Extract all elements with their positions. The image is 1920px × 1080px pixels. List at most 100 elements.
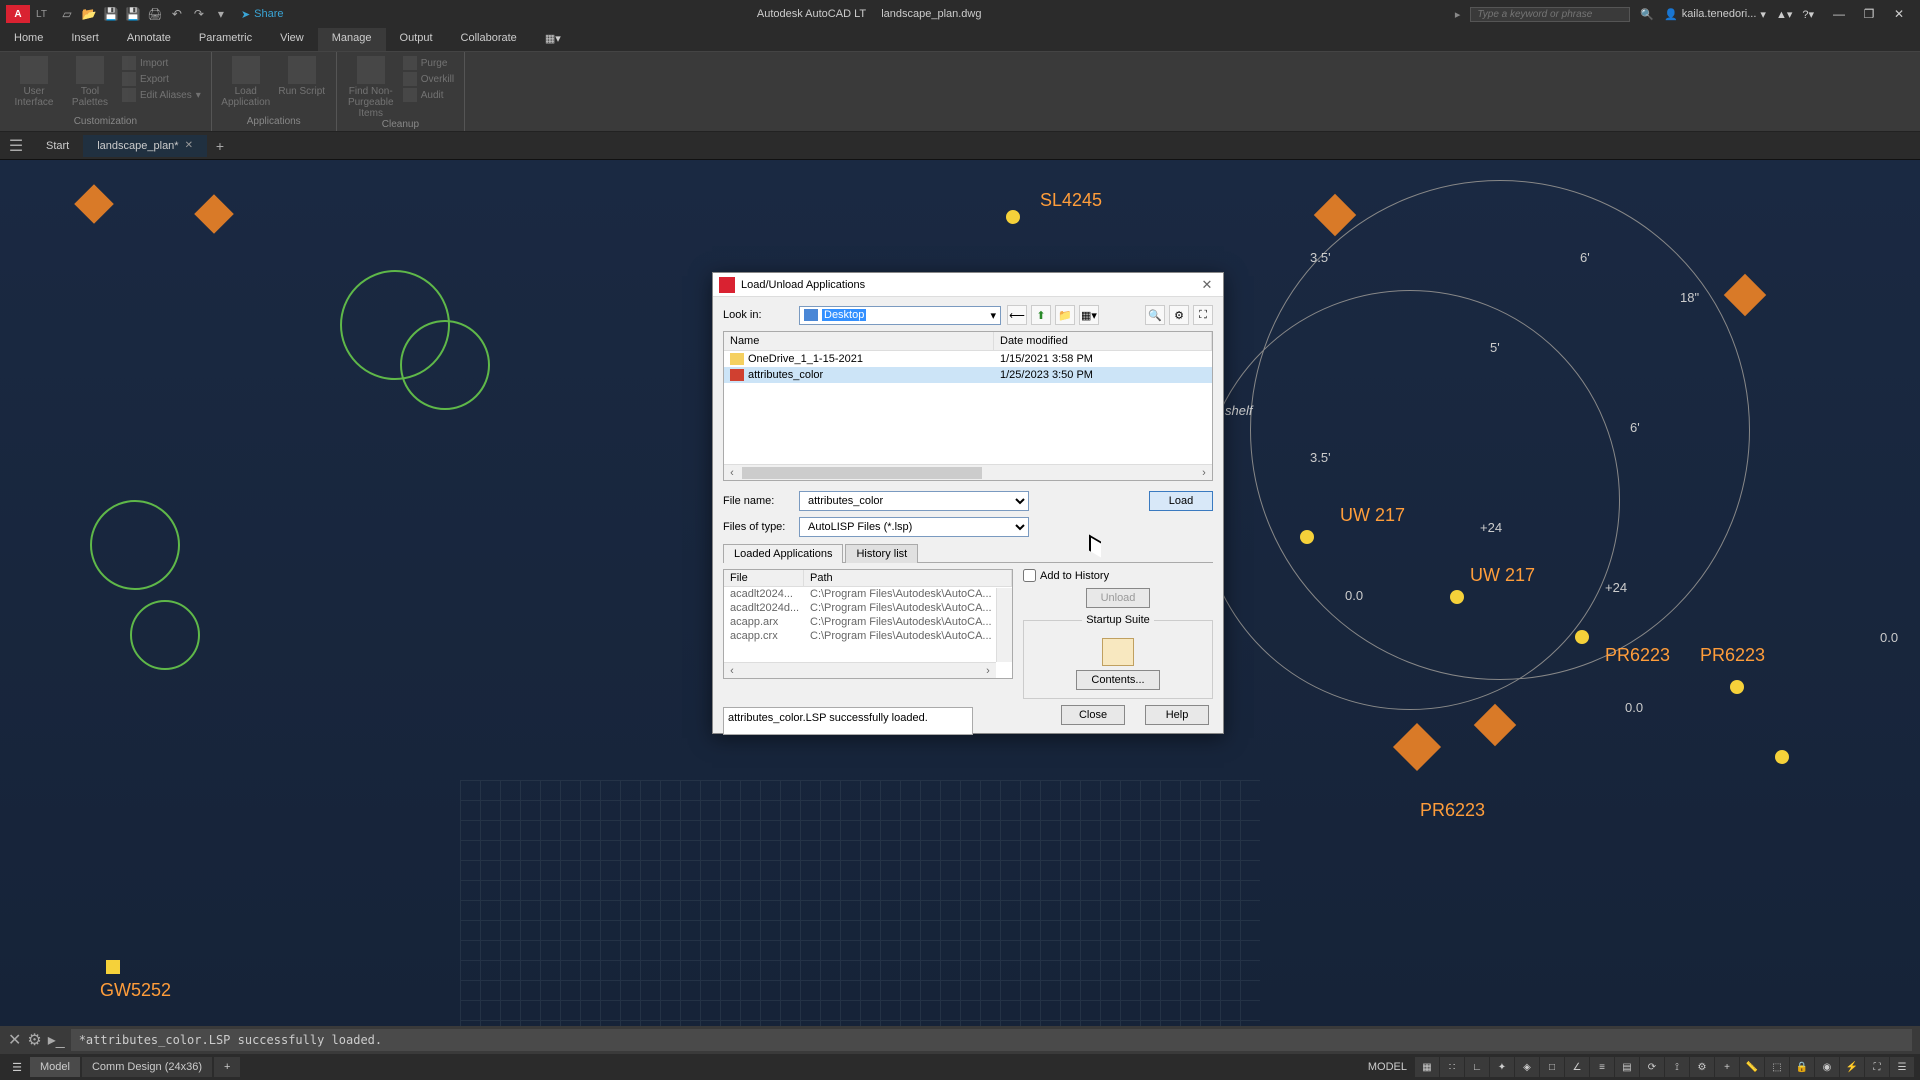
scroll-right-icon[interactable]: › <box>1196 467 1212 479</box>
qat-dropdown-icon[interactable]: ▾ <box>211 5 231 23</box>
selection-cycling-icon[interactable]: ⟳ <box>1640 1057 1664 1077</box>
otrack-icon[interactable]: ∠ <box>1565 1057 1589 1077</box>
tab-home[interactable]: Home <box>0 28 57 51</box>
tab-start[interactable]: Start <box>32 135 83 157</box>
col-date[interactable]: Date modified <box>994 332 1212 350</box>
close-button[interactable]: Close <box>1061 705 1125 725</box>
layout-tab-comm-design[interactable]: Comm Design (24x36) <box>82 1057 212 1077</box>
col-file[interactable]: File <box>724 570 804 586</box>
app-logo[interactable]: A <box>6 5 30 23</box>
snap-icon[interactable]: ∷ <box>1440 1057 1464 1077</box>
tab-manage[interactable]: Manage <box>318 28 386 51</box>
filename-input[interactable]: attributes_color <box>799 491 1029 511</box>
find-nonpurgeable-button[interactable]: Find Non-Purgeable Items <box>347 56 395 119</box>
user-interface-button[interactable]: User Interface <box>10 56 58 108</box>
redo-icon[interactable]: ↷ <box>189 5 209 23</box>
help-search-input[interactable] <box>1470 7 1630 22</box>
plot-icon[interactable]: 🖨 <box>145 5 165 23</box>
import-button[interactable]: Import <box>122 56 201 70</box>
loaded-row[interactable]: acadlt2024d...C:\Program Files\Autodesk\… <box>724 601 1012 615</box>
run-script-button[interactable]: Run Script <box>278 56 326 97</box>
file-row[interactable]: attributes_color 1/25/2023 3:50 PM <box>724 367 1212 383</box>
save-icon[interactable]: 💾 <box>101 5 121 23</box>
close-button[interactable]: ✕ <box>1884 0 1914 28</box>
layout-tab-model[interactable]: Model <box>30 1057 80 1077</box>
unload-button[interactable]: Unload <box>1086 588 1151 608</box>
units-icon[interactable]: 📏 <box>1740 1057 1764 1077</box>
loaded-row[interactable]: acadlt2024...C:\Program Files\Autodesk\A… <box>724 587 1012 601</box>
views-button[interactable]: ▦▾ <box>1079 305 1099 325</box>
signin-caret-icon[interactable]: ▸ <box>1455 8 1461 21</box>
tool-palettes-button[interactable]: Tool Palettes <box>66 56 114 108</box>
tab-loaded-applications[interactable]: Loaded Applications <box>723 544 843 563</box>
tab-landscape-plan[interactable]: landscape_plan* ✕ <box>83 135 207 157</box>
open-icon[interactable]: 📂 <box>79 5 99 23</box>
quick-properties-icon[interactable]: ⬚ <box>1765 1057 1789 1077</box>
export-button[interactable]: Export <box>122 72 201 86</box>
polar-icon[interactable]: ✦ <box>1490 1057 1514 1077</box>
tab-collaborate[interactable]: Collaborate <box>447 28 531 51</box>
tab-parametric[interactable]: Parametric <box>185 28 266 51</box>
col-path[interactable]: Path <box>804 570 1012 586</box>
filetype-dropdown[interactable]: AutoLISP Files (*.lsp) <box>799 517 1029 537</box>
loaded-row[interactable]: acapp.arxC:\Program Files\Autodesk\AutoC… <box>724 615 1012 629</box>
new-folder-button[interactable]: 📁 <box>1055 305 1075 325</box>
user-menu[interactable]: 👤 kaila.tenedori... ▾ <box>1664 8 1766 21</box>
clean-screen-icon[interactable]: ⛶ <box>1865 1057 1889 1077</box>
tools-button[interactable]: ⚙ <box>1169 305 1189 325</box>
file-browser[interactable]: Name Date modified OneDrive_1_1-15-2021 … <box>723 331 1213 481</box>
back-button[interactable]: ⟵ <box>1007 305 1027 325</box>
scroll-left-icon[interactable]: ‹ <box>724 467 740 479</box>
checkbox-input[interactable] <box>1023 569 1036 582</box>
horizontal-scrollbar[interactable]: ‹ › <box>724 464 1212 480</box>
ortho-icon[interactable]: ∟ <box>1465 1057 1489 1077</box>
up-button[interactable]: ⬆ <box>1031 305 1051 325</box>
expand-button[interactable]: ⛶ <box>1193 305 1213 325</box>
load-button[interactable]: Load <box>1149 491 1213 511</box>
file-row[interactable]: OneDrive_1_1-15-2021 1/15/2021 3:58 PM <box>724 351 1212 367</box>
dialog-close-button[interactable]: ✕ <box>1197 277 1217 293</box>
new-icon[interactable]: ▱ <box>57 5 77 23</box>
search-icon[interactable]: 🔍 <box>1640 8 1654 21</box>
lineweight-icon[interactable]: ≡ <box>1590 1057 1614 1077</box>
saveas-icon[interactable]: 💾 <box>123 5 143 23</box>
add-tab-button[interactable]: + <box>207 138 233 154</box>
share-button[interactable]: ➤ Share <box>241 8 284 21</box>
horizontal-scrollbar[interactable]: ‹ › <box>724 662 996 678</box>
isodraft-icon[interactable]: ◈ <box>1515 1057 1539 1077</box>
loaded-applications-list[interactable]: File Path acadlt2024...C:\Program Files\… <box>723 569 1013 679</box>
tab-featured-apps[interactable]: ▦▾ <box>531 28 575 51</box>
tab-output[interactable]: Output <box>386 28 447 51</box>
annotation-monitor-icon[interactable]: + <box>1715 1057 1739 1077</box>
tab-history-list[interactable]: History list <box>845 544 918 563</box>
lock-ui-icon[interactable]: 🔒 <box>1790 1057 1814 1077</box>
layout-add-button[interactable]: + <box>214 1057 240 1077</box>
grid-icon[interactable]: ▦ <box>1415 1057 1439 1077</box>
cmdline-close-icon[interactable]: ✕ <box>8 1030 21 1050</box>
layout-menu-icon[interactable]: ☰ <box>6 1061 28 1074</box>
restore-button[interactable]: ❐ <box>1854 0 1884 28</box>
minimize-button[interactable]: — <box>1824 0 1854 28</box>
vertical-scrollbar[interactable] <box>996 588 1012 662</box>
model-space-label[interactable]: MODEL <box>1368 1061 1407 1073</box>
hardware-accel-icon[interactable]: ⚡ <box>1840 1057 1864 1077</box>
briefcase-icon[interactable] <box>1102 638 1134 666</box>
customize-icon[interactable]: ☰ <box>1890 1057 1914 1077</box>
tab-view[interactable]: View <box>266 28 318 51</box>
cmdline-customize-icon[interactable]: ⚙ <box>27 1030 41 1050</box>
loaded-row[interactable]: acapp.crxC:\Program Files\Autodesk\AutoC… <box>724 629 1012 643</box>
scroll-right-icon[interactable]: › <box>980 665 996 677</box>
audit-button[interactable]: Audit <box>403 88 454 102</box>
autodesk-app-icon[interactable]: ▲▾ <box>1776 8 1792 21</box>
annotation-scale-icon[interactable]: ⟟ <box>1665 1057 1689 1077</box>
help-button[interactable]: Help <box>1145 705 1209 725</box>
col-name[interactable]: Name <box>724 332 994 350</box>
contents-button[interactable]: Contents... <box>1076 670 1159 690</box>
scroll-left-icon[interactable]: ‹ <box>724 665 740 677</box>
help-icon[interactable]: ?▾ <box>1802 8 1814 21</box>
close-icon[interactable]: ✕ <box>185 140 193 151</box>
osnap-icon[interactable]: □ <box>1540 1057 1564 1077</box>
search-web-button[interactable]: 🔍 <box>1145 305 1165 325</box>
workspace-icon[interactable]: ⚙ <box>1690 1057 1714 1077</box>
scroll-thumb[interactable] <box>742 467 982 479</box>
